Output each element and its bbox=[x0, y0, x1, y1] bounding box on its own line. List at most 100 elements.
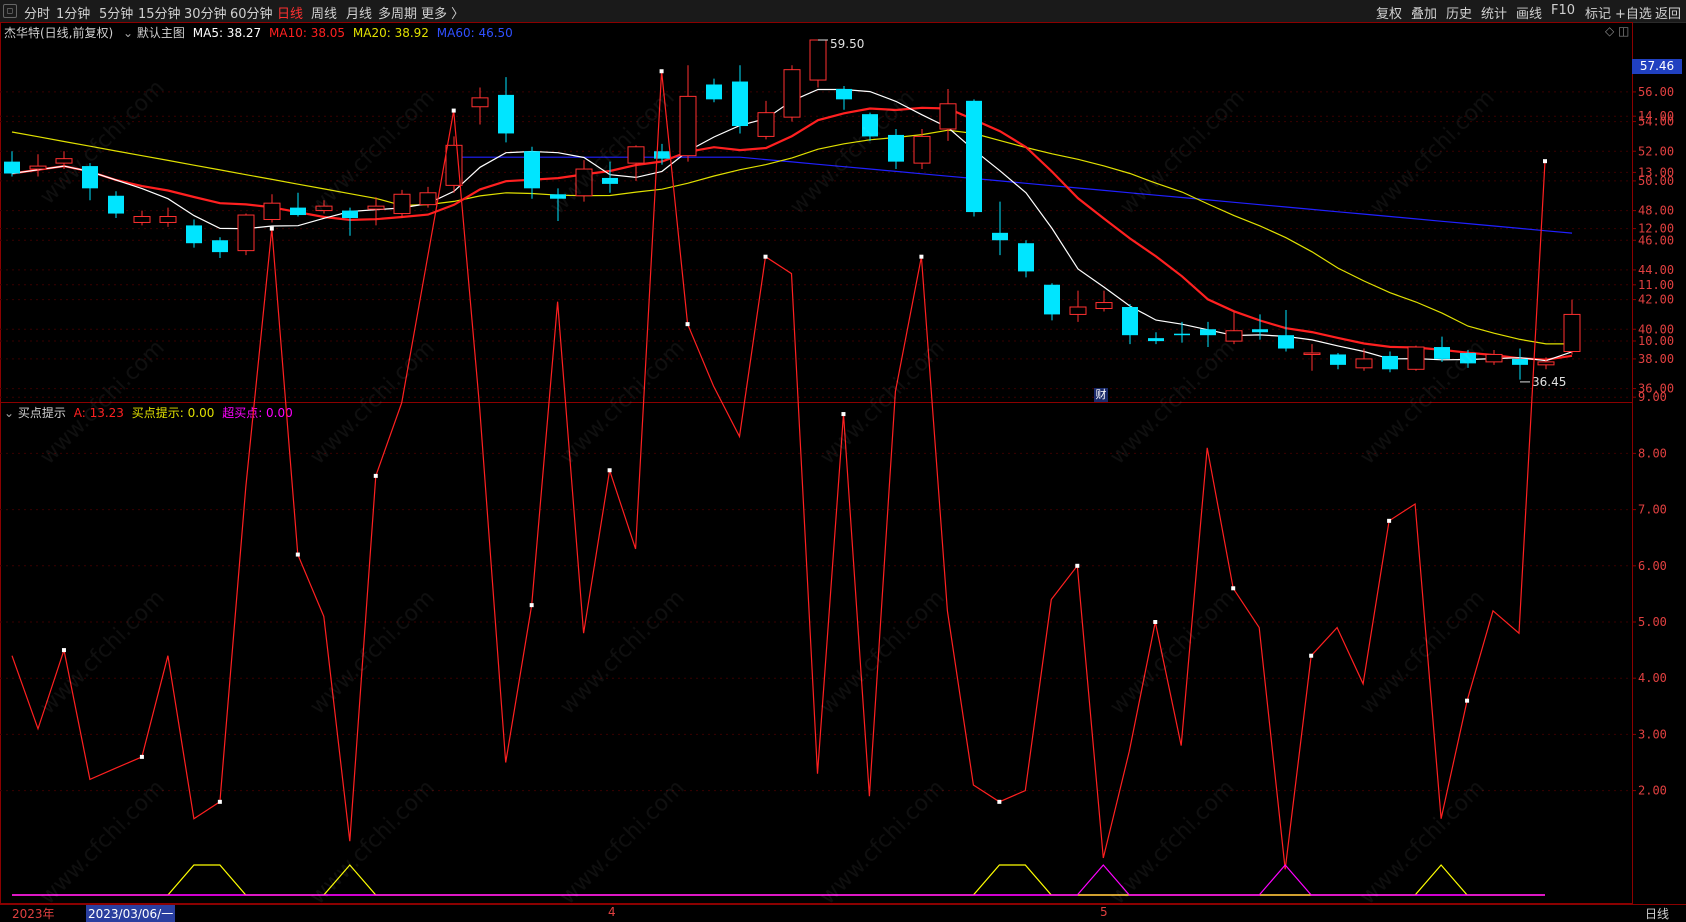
candle-body-down bbox=[836, 88, 852, 100]
indicator-point bbox=[61, 648, 66, 653]
candle-body-up bbox=[1095, 302, 1113, 309]
candle-body-up bbox=[263, 202, 281, 220]
indicator-point bbox=[1465, 698, 1470, 703]
candle-body-down bbox=[1148, 338, 1164, 342]
y-tick-label: 6.00 bbox=[1638, 559, 1667, 573]
candle-body-up bbox=[679, 95, 697, 157]
high-price-marker: 59.50 bbox=[830, 37, 864, 51]
y-tick-label: 9.00 bbox=[1638, 390, 1667, 404]
indicator-point bbox=[607, 468, 612, 473]
y-tick-label: 52.00 bbox=[1638, 144, 1674, 158]
indicator-point bbox=[919, 254, 924, 259]
buy-hint-line bbox=[12, 864, 1545, 896]
y-tick-label: 7.00 bbox=[1638, 503, 1667, 517]
candle-body-up bbox=[471, 97, 489, 108]
year-label: 2023年 bbox=[12, 907, 55, 921]
y-tick-label: 3.00 bbox=[1638, 727, 1667, 741]
y-tick-label: 42.00 bbox=[1638, 293, 1674, 307]
candle-body-up bbox=[1069, 306, 1087, 315]
indicator-point bbox=[763, 254, 768, 259]
month-4-label: 4 bbox=[608, 905, 616, 919]
y-tick-label: 11.00 bbox=[1638, 278, 1674, 292]
current-price-tag: 57.46 bbox=[1632, 59, 1682, 74]
indicator-point bbox=[269, 226, 274, 231]
indicator-point bbox=[1153, 620, 1158, 624]
candle-body-up bbox=[393, 193, 411, 215]
y-tick-label: 13.00 bbox=[1638, 165, 1674, 179]
candle-body-down bbox=[524, 151, 540, 189]
candle-body-up bbox=[1485, 353, 1503, 363]
y-tick-label: 12.00 bbox=[1638, 222, 1674, 236]
candle-body-down bbox=[212, 240, 228, 253]
indicator-point bbox=[1075, 563, 1080, 568]
candle-body-up bbox=[1355, 358, 1373, 369]
candle-body-up bbox=[237, 214, 255, 252]
y-tick-label: 5.00 bbox=[1638, 615, 1667, 629]
indicator-point bbox=[997, 799, 1002, 804]
candle-body-down bbox=[4, 161, 20, 174]
indicator-point bbox=[1543, 159, 1547, 164]
candle-body-down bbox=[1434, 347, 1450, 359]
candle-body-down bbox=[290, 207, 306, 216]
candle-body-up bbox=[29, 165, 47, 170]
y-tick-label: 44.00 bbox=[1638, 263, 1674, 277]
indicator-point bbox=[139, 754, 144, 759]
candle-body-up bbox=[939, 103, 957, 130]
y-tick-label: 10.00 bbox=[1638, 334, 1674, 348]
cursor-date: 2023/03/06/一 bbox=[86, 905, 176, 922]
y-tick-label: 38.00 bbox=[1638, 352, 1674, 366]
candle-body-up bbox=[1225, 330, 1243, 342]
candle-body-down bbox=[498, 94, 514, 134]
indicator-point bbox=[529, 603, 534, 608]
candle-body-up bbox=[1303, 352, 1321, 355]
candle-body-down bbox=[1122, 307, 1138, 336]
candle-body-up bbox=[1407, 346, 1425, 370]
candle-body-down bbox=[186, 225, 202, 244]
y-tick-label: 4.00 bbox=[1638, 671, 1667, 685]
indicator-point bbox=[217, 799, 222, 804]
candle-body-down bbox=[1174, 333, 1190, 336]
y-tick-label: 8.00 bbox=[1638, 446, 1667, 460]
candle-body-down bbox=[1512, 358, 1528, 365]
candle-body-down bbox=[1018, 243, 1034, 272]
candle-body-up bbox=[809, 39, 827, 81]
candle-body-up bbox=[757, 112, 775, 137]
candle-body-down bbox=[602, 177, 618, 184]
indicator-point bbox=[659, 69, 664, 74]
indicator-point bbox=[685, 322, 690, 327]
indicator-point bbox=[295, 552, 300, 557]
candle-body-down bbox=[342, 210, 358, 218]
candle-body-down bbox=[706, 84, 722, 100]
candle-body-up bbox=[367, 205, 385, 210]
low-price-marker: 36.45 bbox=[1532, 375, 1566, 389]
candle-body-down bbox=[732, 81, 748, 127]
indicator-point bbox=[1231, 586, 1236, 591]
period-label[interactable]: 日线 bbox=[1645, 905, 1669, 922]
candle-body-up bbox=[419, 192, 437, 206]
candle-body-up bbox=[133, 216, 151, 223]
finance-badge[interactable]: 财 bbox=[1094, 388, 1108, 402]
y-tick-label: 56.00 bbox=[1638, 85, 1674, 99]
candle-body-down bbox=[108, 195, 124, 214]
y-tick-label: 48.00 bbox=[1638, 204, 1674, 218]
candle-body-down bbox=[992, 232, 1008, 241]
month-5-label: 5 bbox=[1100, 905, 1108, 919]
indicator-panel-border bbox=[0, 402, 1633, 904]
candle-body-up bbox=[1563, 313, 1581, 352]
indicator-point bbox=[373, 473, 378, 478]
candle-body-down bbox=[888, 134, 904, 162]
candle-body-down bbox=[966, 100, 982, 213]
candle-body-down bbox=[1278, 335, 1294, 349]
y-tick-label: 2.00 bbox=[1638, 784, 1667, 798]
indicator-point bbox=[1387, 518, 1392, 523]
indicator-point bbox=[451, 108, 456, 113]
y-tick-label: 14.00 bbox=[1638, 109, 1674, 123]
indicator-point bbox=[841, 412, 846, 417]
candle-body-up bbox=[1537, 361, 1555, 366]
candle-body-up bbox=[159, 216, 177, 223]
candle-body-down bbox=[1252, 329, 1268, 333]
candle-body-down bbox=[1200, 329, 1216, 336]
candle-body-down bbox=[1382, 355, 1398, 370]
candle-body-up bbox=[913, 135, 931, 164]
indicator-a-line bbox=[11, 71, 1546, 870]
